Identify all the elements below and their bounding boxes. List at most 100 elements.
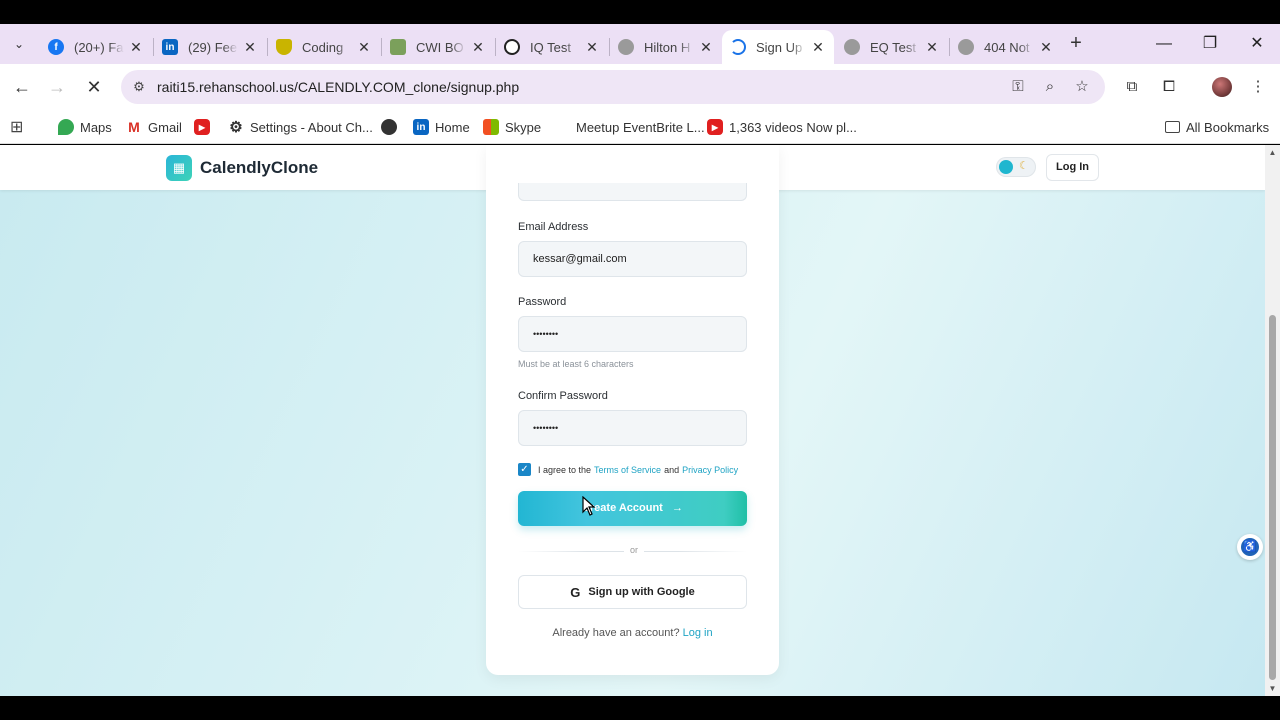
create-account-button[interactable]: Create Account → [518, 491, 747, 526]
moon-icon: ☾ [1019, 160, 1029, 172]
tab-close-icon[interactable]: ✕ [356, 39, 372, 56]
theme-toggle[interactable]: ☾ [996, 157, 1036, 177]
apps-grid-icon[interactable]: ⊞ [10, 117, 23, 137]
tab-title: Hilton H [644, 39, 691, 55]
password-key-icon[interactable]: ⚿ [1008, 77, 1028, 97]
google-icon: G [570, 584, 581, 600]
accessibility-widget[interactable]: ♿ [1237, 534, 1263, 560]
facebook-icon: f [48, 39, 64, 55]
tab-close-icon[interactable]: ✕ [924, 39, 940, 56]
tab-title: 404 Not [984, 39, 1030, 55]
agree-and-text: and [664, 464, 680, 475]
accessibility-icon: ♿ [1241, 538, 1259, 556]
confirm-password-field[interactable]: •••••••• [518, 410, 747, 446]
minimize-icon[interactable]: — [1152, 32, 1176, 56]
bookmark-star-icon[interactable]: ☆ [1072, 77, 1092, 97]
bookmark-label: Meetup EventBrite L... [576, 119, 705, 135]
extensions-icon[interactable]: ⧠ [1158, 76, 1180, 98]
folder-icon [1165, 121, 1180, 133]
restore-icon[interactable]: ❐ [1198, 32, 1222, 56]
terms-agreement: ✓ I agree to the Terms of Service and Pr… [518, 463, 741, 476]
agree-checkbox[interactable]: ✓ [518, 463, 531, 476]
scroll-up-icon[interactable]: ▲ [1267, 148, 1278, 158]
tab-close-icon[interactable]: ✕ [584, 39, 600, 56]
bookmark-videos[interactable]: ▶ 1,363 videos Now pl... [707, 117, 857, 137]
tab-cwi[interactable]: CWI BO ✕ [382, 30, 494, 64]
profile-avatar[interactable] [1212, 77, 1232, 97]
tab-title: EQ Test [870, 39, 917, 55]
youtube-icon: ▶ [707, 119, 723, 135]
gmail-icon: M [126, 119, 142, 135]
tab-facebook[interactable]: f (20+) Fa ✕ [40, 30, 152, 64]
brand-name: CalendlyClone [200, 158, 319, 177]
bookmark-maps[interactable]: Maps [58, 117, 112, 137]
tab-linkedin-feed[interactable]: in (29) Fee ✕ [154, 30, 266, 64]
privacy-link[interactable]: Privacy Policy [682, 465, 738, 475]
scroll-down-icon[interactable]: ▼ [1267, 684, 1278, 694]
scroll-thumb[interactable] [1269, 315, 1276, 680]
or-separator: or [624, 545, 645, 555]
tab-close-icon[interactable]: ✕ [470, 39, 486, 56]
bookmark-settings[interactable]: ⚙ Settings - About Ch... [228, 117, 373, 137]
terms-link[interactable]: Terms of Service [594, 465, 661, 475]
globe-icon [844, 39, 860, 55]
globe-icon [958, 39, 974, 55]
bookmark-skype[interactable]: Skype [483, 117, 541, 137]
url-text[interactable]: raiti15.rehanschool.us/CALENDLY.COM_clon… [157, 79, 519, 95]
bookmark-gmail[interactable]: M Gmail [126, 117, 182, 137]
login-link[interactable]: Log in [683, 627, 713, 639]
tab-close-icon[interactable]: ✕ [810, 39, 826, 56]
tab-search-menu-icon[interactable]: ⌄ [6, 32, 32, 56]
email-field[interactable]: kessar@gmail.com [518, 241, 747, 277]
bookmark-globe[interactable] [381, 117, 403, 137]
arrow-right-icon: → [665, 502, 684, 514]
login-button[interactable]: Log In [1046, 154, 1099, 181]
calendar-icon: ▦ [166, 155, 192, 181]
tab-title: IQ Test [530, 39, 571, 55]
tab-close-icon[interactable]: ✕ [1038, 39, 1054, 56]
screen: ⌄ f (20+) Fa ✕ in (29) Fee ✕ Coding ✕ CW… [0, 0, 1280, 720]
tab-title: CWI BO [416, 39, 464, 55]
tab-iq-test[interactable]: IQ Test ✕ [496, 30, 608, 64]
zoom-icon[interactable]: ⌕ [1040, 77, 1060, 97]
all-bookmarks-label: All Bookmarks [1186, 119, 1270, 135]
tab-title: Sign Up [756, 39, 803, 55]
password-field[interactable]: •••••••• [518, 316, 747, 352]
tab-close-icon[interactable]: ✕ [698, 39, 714, 56]
more-menu-icon[interactable]: ⋮ [1247, 76, 1269, 98]
bookmark-meetup[interactable]: Meetup EventBrite L... [576, 117, 705, 137]
mouse-cursor-icon [582, 496, 596, 516]
close-window-icon[interactable]: ✕ [1245, 32, 1269, 56]
all-bookmarks[interactable]: All Bookmarks [1165, 117, 1269, 137]
bookmark-label: Gmail [148, 119, 182, 135]
certificate-icon [390, 39, 406, 55]
brand[interactable]: ▦ CalendlyClone [166, 155, 318, 181]
bookmark-youtube[interactable]: ▶ [194, 117, 216, 137]
address-bar[interactable]: ⚙ raiti15.rehanschool.us/CALENDLY.COM_cl… [121, 70, 1105, 104]
stop-loading-icon[interactable]: ✕ [82, 75, 106, 99]
bookmark-label: Skype [505, 119, 542, 135]
tab-sign-up[interactable]: Sign Up ✕ [722, 30, 834, 64]
back-arrow-icon[interactable]: ← [10, 75, 34, 99]
new-tab-icon[interactable]: + [1064, 32, 1088, 56]
tab-hilton[interactable]: Hilton H ✕ [610, 30, 722, 64]
shield-icon [276, 39, 292, 55]
name-field-partial[interactable] [518, 183, 747, 201]
tab-coding[interactable]: Coding ✕ [268, 30, 380, 64]
tab-404[interactable]: 404 Not ✕ [950, 30, 1062, 64]
confirm-password-label: Confirm Password [518, 390, 608, 402]
tab-eq-test[interactable]: EQ Test ✕ [836, 30, 948, 64]
tab-close-icon[interactable]: ✕ [128, 39, 144, 56]
page-scrollbar[interactable]: ▲ ▼ [1265, 145, 1280, 696]
tab-capture-icon[interactable]: ⧉ [1121, 76, 1143, 98]
windows-icon [483, 119, 499, 135]
site-info-icon[interactable]: ⚙ [129, 77, 149, 97]
linkedin-icon: in [413, 119, 429, 135]
bookmark-home[interactable]: in Home [413, 117, 470, 137]
bookmark-label: Maps [80, 119, 112, 135]
tab-close-icon[interactable]: ✕ [242, 39, 258, 56]
forward-arrow-icon[interactable]: → [45, 75, 69, 99]
signup-card: Email Address kessar@gmail.com Password … [486, 145, 779, 675]
google-signup-button[interactable]: G Sign up with Google [518, 575, 747, 609]
password-hint: Must be at least 6 characters [518, 359, 634, 369]
